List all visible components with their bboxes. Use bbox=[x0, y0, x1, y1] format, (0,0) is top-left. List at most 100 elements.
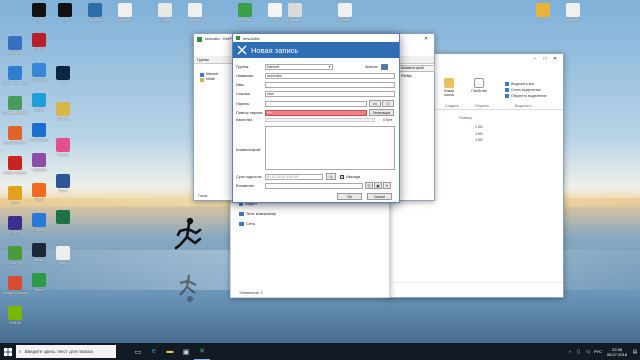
desktop-icon[interactable]: Mozilla Firefox bbox=[2, 126, 28, 145]
desktop-icon[interactable]: документ bbox=[560, 3, 586, 22]
desktop-icon[interactable]: Steam bbox=[26, 243, 52, 262]
desktop-icon[interactable]: Файлы bbox=[50, 102, 76, 121]
desktop-icon[interactable]: Документ bbox=[112, 3, 138, 22]
tray-volume[interactable]: ◁ bbox=[583, 343, 592, 360]
desktop-icon[interactable]: ESET bbox=[2, 216, 28, 235]
show-password-button[interactable]: ••• bbox=[369, 100, 381, 107]
repeat-password-field[interactable]: **** bbox=[265, 109, 367, 116]
desktop-icon[interactable]: Adobe Reader bbox=[2, 156, 28, 175]
desktop-icon[interactable]: Word bbox=[50, 174, 76, 193]
desktop-icon[interactable]: Панель управления bbox=[2, 96, 28, 115]
start-button[interactable] bbox=[0, 343, 16, 360]
taskbar-explorer[interactable]: ▬ bbox=[162, 343, 178, 360]
expiry-field[interactable]: 01.01.2010 0:00:00 bbox=[265, 173, 323, 180]
desktop-icon[interactable]: Xbox bbox=[26, 273, 52, 292]
desktop-icon[interactable]: Файл bbox=[50, 246, 76, 265]
tray-network[interactable]: ▯ bbox=[574, 343, 583, 360]
desktop-icon[interactable]: NVIDIA bbox=[2, 306, 28, 325]
desktop-icon[interactable]: Документ bbox=[282, 3, 308, 22]
quality-bar bbox=[265, 118, 375, 122]
group-select[interactable]: Internet ▼ bbox=[265, 64, 333, 70]
attachment-field[interactable] bbox=[265, 182, 363, 189]
avast-icon bbox=[32, 183, 46, 197]
url-field[interactable]: new bbox=[265, 91, 395, 97]
desktop-icon[interactable]: Avast bbox=[26, 183, 52, 202]
desktop-icon[interactable]: Dropbox bbox=[26, 213, 52, 232]
chrome-2-icon bbox=[32, 63, 46, 77]
title-field[interactable]: new.kdbx bbox=[265, 73, 395, 79]
desktop-icon-label: Этот компьютер bbox=[2, 81, 28, 85]
task-view-button[interactable]: ▭ bbox=[130, 343, 146, 360]
dialog-titlebar[interactable]: new.kdbx bbox=[233, 34, 399, 42]
remove-attachment-button[interactable]: ✕ bbox=[383, 182, 391, 189]
desktop-icon[interactable]: Документ bbox=[182, 3, 208, 22]
invert-selection-button[interactable]: Обратить выделение bbox=[505, 94, 547, 98]
desktop-icon[interactable]: Документ bbox=[332, 3, 358, 22]
calendar-button[interactable]: ◷ bbox=[326, 173, 336, 180]
notes-textarea[interactable] bbox=[265, 126, 395, 170]
desktop-icon[interactable]: Ps bbox=[50, 66, 76, 85]
desktop-icon[interactable]: Excel bbox=[50, 210, 76, 229]
new-folder-button[interactable]: Новая папка bbox=[441, 78, 457, 97]
desktop-icon[interactable]: 17 bbox=[530, 3, 556, 22]
taskbar-keepass[interactable]: ✕ bbox=[194, 343, 210, 360]
properties-button[interactable]: Свойства bbox=[471, 78, 487, 93]
attach-button[interactable]: ⎘ bbox=[365, 182, 373, 189]
attachment-row: Вложение: ⎘ ▣ ✕ bbox=[236, 182, 391, 189]
comment-column-header[interactable]: Комментарий bbox=[399, 65, 435, 72]
keepass-close-icon[interactable]: ✕ bbox=[421, 35, 431, 43]
select-all-button[interactable]: Выделить все bbox=[505, 82, 534, 86]
tray-clock[interactable]: 22:58 06.07.2018 bbox=[604, 347, 630, 357]
skype-icon bbox=[32, 93, 46, 107]
desktop-icon[interactable]: uTorrent bbox=[2, 246, 28, 265]
maximize-icon[interactable]: □ bbox=[540, 55, 550, 63]
taskbar-search[interactable]: ⌕ Введите здесь текст для поиска bbox=[16, 345, 116, 358]
select-none-icon bbox=[505, 88, 509, 92]
edge-icon: e bbox=[152, 348, 156, 355]
desktop-icon[interactable]: Google bbox=[152, 3, 178, 22]
desktop-icon-label: Google Chrome bbox=[2, 291, 28, 295]
nav-item-network[interactable]: Сеть bbox=[239, 221, 255, 226]
desktop-icon[interactable]: Opera bbox=[26, 33, 52, 52]
taskbar: ⌕ Введите здесь текст для поиска ▭ e ▬ ▣… bbox=[0, 343, 640, 360]
username-row: Имя: bbox=[236, 82, 395, 88]
desktop-icon[interactable]: Skype bbox=[26, 93, 52, 112]
minimize-icon[interactable]: – bbox=[530, 55, 540, 63]
action-center-button[interactable]: ▤ bbox=[630, 343, 640, 360]
title-row: Название: new.kdbx bbox=[236, 73, 395, 79]
select-none-button[interactable]: Снять выделение bbox=[505, 88, 541, 92]
desktop-icon[interactable]: TeamViewer bbox=[26, 123, 52, 142]
desktop-icon[interactable]: iTunes bbox=[50, 138, 76, 157]
desktop-icon[interactable]: AIMP bbox=[2, 186, 28, 205]
column-size-header[interactable]: Размер bbox=[459, 116, 472, 120]
cancel-button[interactable]: Cancel bbox=[367, 193, 392, 200]
acrobat-icon bbox=[8, 156, 22, 170]
tree-item-email[interactable]: eMail bbox=[200, 77, 218, 82]
desktop-icon[interactable]: 18 bbox=[52, 3, 78, 22]
desktop-icon[interactable]: Lightshot bbox=[26, 153, 52, 172]
desktop-icon[interactable]: Chrome bbox=[26, 63, 52, 82]
taskbar-store[interactable]: ▣ bbox=[178, 343, 194, 360]
desktop-icon[interactable]: Этот компьютер bbox=[2, 66, 28, 85]
password-field[interactable] bbox=[265, 100, 367, 107]
password-options-button[interactable]: ⚿ bbox=[382, 100, 394, 107]
username-field[interactable] bbox=[265, 82, 395, 88]
desktop-icon[interactable]: VirtualBox bbox=[82, 3, 108, 22]
doc-icon bbox=[118, 3, 132, 17]
ok-button[interactable]: OK bbox=[337, 193, 362, 200]
desktop-icon[interactable]: Корзина bbox=[2, 36, 28, 55]
desktop-icon[interactable]: 18 bbox=[26, 3, 52, 22]
never-checkbox[interactable]: ✓ bbox=[340, 174, 344, 179]
close-icon[interactable]: ✕ bbox=[550, 55, 560, 63]
save-attachment-button[interactable]: ▣ bbox=[374, 182, 382, 189]
tray-language[interactable]: РУС bbox=[592, 349, 604, 354]
nav-item-computer[interactable]: Этот компьютер bbox=[239, 211, 276, 216]
virtualbox-icon bbox=[88, 3, 102, 17]
tray-chevron[interactable]: ˄ bbox=[566, 343, 574, 360]
taskbar-edge[interactable]: e bbox=[146, 343, 162, 360]
desktop-icon[interactable]: Google Chrome bbox=[2, 276, 28, 295]
groups-column-header[interactable]: Группы bbox=[197, 58, 209, 62]
entry-icon-picker[interactable] bbox=[381, 64, 389, 70]
generate-button[interactable]: Генерация bbox=[369, 109, 394, 116]
desktop-icon[interactable]: KeePass bbox=[232, 3, 258, 22]
